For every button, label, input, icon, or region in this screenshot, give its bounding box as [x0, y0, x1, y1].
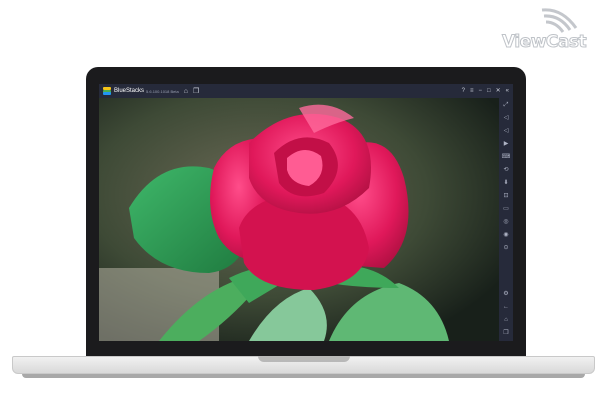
- keyboard-icon[interactable]: ⌨: [499, 153, 513, 161]
- laptop-base-shadow: [22, 374, 585, 378]
- bluestacks-sidebar: ⤢ ◁ ◁ ▶ ⌨ ⟲ ⬇ ⊡ ▭ ◎ ◉ ⊙ ⚙ ← ⌂ ❐: [499, 98, 513, 341]
- signal-waves-icon: [541, 8, 578, 33]
- bluestacks-logo-icon: [103, 87, 111, 95]
- laptop-notch: [258, 356, 350, 362]
- help-icon[interactable]: ?: [462, 88, 465, 94]
- bluestacks-titlebar: BlueStacks 5.6.100.1018 Beta ⌂ ❐ ? ≡ − □…: [99, 84, 513, 98]
- folder-icon[interactable]: ▭: [499, 205, 513, 213]
- watermark-text: ViewCast: [501, 32, 587, 53]
- fullscreen-icon[interactable]: ⤢: [499, 101, 513, 109]
- android-home-icon[interactable]: ⌂: [499, 316, 513, 324]
- recent-apps-icon[interactable]: ❐: [499, 329, 513, 337]
- viewcast-watermark: ViewCast: [498, 6, 598, 53]
- laptop-screen: BlueStacks 5.6.100.1018 Beta ⌂ ❐ ? ≡ − □…: [99, 84, 513, 341]
- macro-icon[interactable]: ◎: [499, 218, 513, 226]
- minimize-icon[interactable]: −: [478, 88, 482, 94]
- settings-icon[interactable]: ⚙: [499, 290, 513, 298]
- app-title: BlueStacks: [114, 88, 145, 94]
- multi-instance-icon[interactable]: ❐: [193, 88, 199, 95]
- maximize-icon[interactable]: □: [487, 88, 491, 94]
- window-controls: ? ≡ − □ ✕ «: [462, 84, 509, 98]
- volume-down-icon[interactable]: ◁: [499, 127, 513, 135]
- media-icon[interactable]: ▶: [499, 140, 513, 148]
- back-icon[interactable]: ←: [499, 303, 513, 311]
- close-icon[interactable]: ✕: [496, 88, 501, 94]
- settings-sync-icon[interactable]: ⊙: [499, 244, 513, 252]
- rotate-icon[interactable]: ⟲: [499, 166, 513, 174]
- menu-icon[interactable]: ≡: [470, 88, 474, 94]
- app-version: 5.6.100.1018 Beta: [146, 88, 179, 94]
- android-screen[interactable]: [99, 98, 499, 341]
- eco-mode-icon[interactable]: ◉: [499, 231, 513, 239]
- collapse-sidebar-icon[interactable]: «: [506, 88, 509, 94]
- volume-up-icon[interactable]: ◁: [499, 114, 513, 122]
- rose-image: [99, 98, 499, 341]
- install-apk-icon[interactable]: ⬇: [499, 179, 513, 187]
- screenshot-icon[interactable]: ⊡: [499, 192, 513, 200]
- home-icon[interactable]: ⌂: [184, 88, 188, 95]
